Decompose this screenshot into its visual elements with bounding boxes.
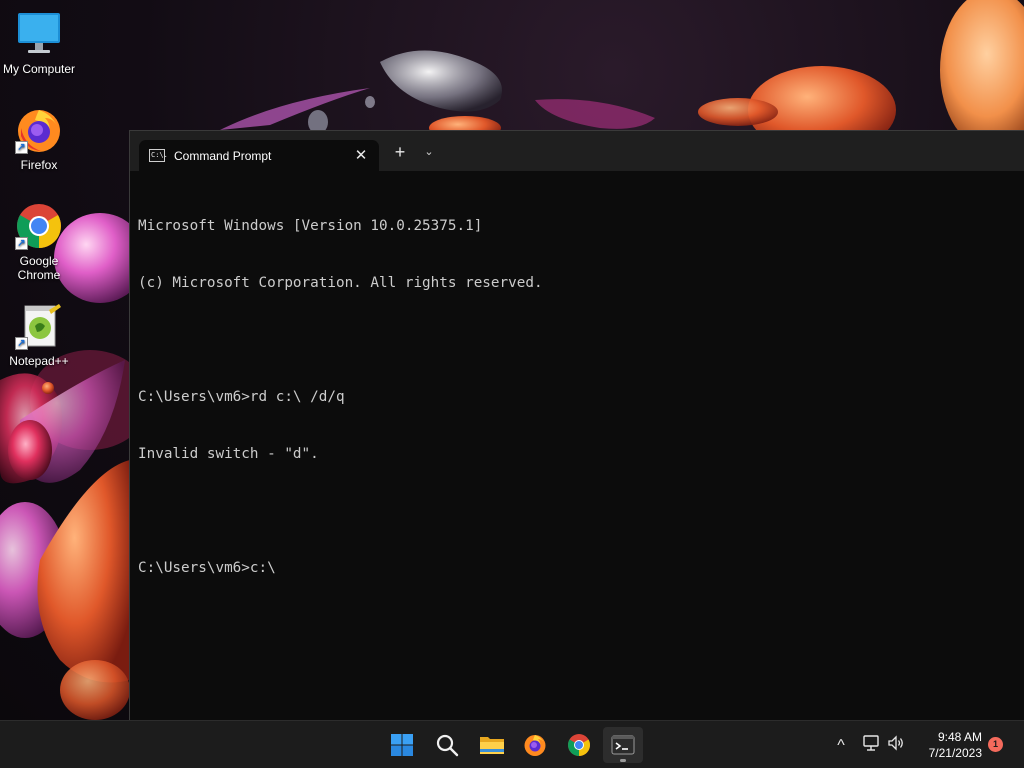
start-button[interactable]: [382, 727, 422, 763]
windows-start-icon: [391, 734, 413, 756]
desktop-icon-notepadpp[interactable]: ↗ Notepad++: [0, 302, 78, 368]
shortcut-arrow-icon: ↗: [15, 337, 28, 350]
desktop-icon-label: My Computer: [2, 62, 76, 76]
clock-date: 7/21/2023: [928, 746, 982, 760]
console-line: Microsoft Windows [Version 10.0.25375.1]: [138, 218, 483, 234]
cmd-icon: C:\.: [149, 149, 168, 162]
chrome-icon: ↗: [15, 202, 63, 250]
shortcut-arrow-icon: ↗: [15, 141, 28, 154]
firefox-icon: [524, 735, 546, 756]
desktop-icon-firefox[interactable]: ↗ Firefox: [0, 106, 78, 172]
console-line: (c) Microsoft Corporation. All rights re…: [138, 275, 543, 291]
chrome-taskbar-button[interactable]: [559, 727, 599, 763]
desktop-icon-label: Google Chrome: [17, 254, 61, 282]
search-icon: [436, 734, 459, 757]
close-tab-icon[interactable]: ✕: [350, 145, 372, 167]
notification-badge[interactable]: 1: [988, 737, 1003, 752]
console-line: C:\Users\vm6>rd c:\ /d/q: [138, 389, 345, 405]
volume-icon[interactable]: [885, 733, 907, 757]
taskbar: ^ 9:48 AM 7/21/2023 1: [0, 720, 1024, 768]
firefox-icon: ↗: [15, 106, 63, 154]
terminal-icon: [611, 735, 635, 755]
title-bar[interactable]: C:\. Command Prompt ✕ + ⌄: [130, 131, 1024, 172]
desktop-icon-label: Firefox: [20, 158, 58, 172]
new-tab-button[interactable]: +: [389, 140, 411, 164]
chevron-down-icon[interactable]: ⌄: [419, 140, 439, 164]
system-clock[interactable]: 9:48 AM 7/21/2023: [916, 729, 982, 761]
desktop-icon-google-chrome[interactable]: ↗ Google Chrome: [0, 202, 78, 282]
chrome-icon: [568, 734, 590, 756]
clock-time: 9:48 AM: [937, 730, 982, 744]
desktop-icon-label: Notepad++: [9, 354, 69, 368]
console-line: Invalid switch - "d".: [138, 446, 319, 462]
shortcut-arrow-icon: ↗: [15, 237, 28, 250]
file-explorer-button[interactable]: [471, 727, 511, 763]
terminal-taskbar-button[interactable]: [603, 727, 643, 763]
monitor-icon: [15, 10, 63, 58]
show-hidden-icons-chevron[interactable]: ^: [830, 733, 852, 757]
console-prompt-line[interactable]: C:\Users\vm6>c:\: [138, 559, 1016, 578]
firefox-taskbar-button[interactable]: [515, 727, 555, 763]
console-output[interactable]: Microsoft Windows [Version 10.0.25375.1]…: [138, 179, 1016, 616]
notepadpp-icon: ↗: [15, 302, 63, 350]
search-button[interactable]: [427, 727, 467, 763]
terminal-window[interactable]: C:\. Command Prompt ✕ + ⌄ Microsoft Wind…: [129, 130, 1024, 720]
active-app-indicator: [620, 759, 626, 762]
network-icon[interactable]: [861, 733, 883, 757]
desktop-icon-my-computer[interactable]: My Computer: [0, 10, 78, 76]
folder-icon: [480, 737, 504, 754]
tab-command-prompt[interactable]: C:\. Command Prompt ✕: [139, 140, 379, 172]
tab-title: Command Prompt: [174, 149, 272, 163]
